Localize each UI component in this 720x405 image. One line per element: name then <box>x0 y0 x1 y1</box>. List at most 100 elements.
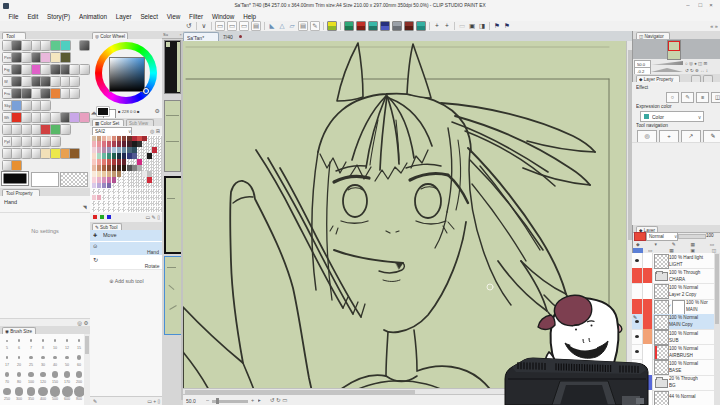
tool-icon[interactable] <box>69 76 80 87</box>
color-swatch[interactable] <box>147 177 152 182</box>
color-swatch[interactable] <box>107 207 112 212</box>
color-swatch[interactable] <box>112 201 117 206</box>
brush-size-400[interactable]: 400 <box>37 385 49 402</box>
layer-icons-row-1[interactable]: ◆ ▾ ✎ ▦ ▭ ◨ ▾ ■ <box>636 242 720 247</box>
toolbar-button[interactable]: + <box>433 22 441 30</box>
color-swatch[interactable] <box>142 201 147 206</box>
color-swatch[interactable] <box>137 177 142 182</box>
color-swatch[interactable] <box>122 207 127 212</box>
color-swatch[interactable] <box>112 153 117 158</box>
menu-help[interactable]: Help <box>239 13 261 20</box>
color-swatch[interactable] <box>97 201 102 206</box>
toolbar-button[interactable] <box>404 21 414 31</box>
color-swatch[interactable] <box>142 141 147 146</box>
color-swatch[interactable] <box>152 195 157 200</box>
zoom-out-icon[interactable]: – <box>206 397 209 403</box>
color-swatch[interactable] <box>132 165 137 170</box>
blue-swatch[interactable] <box>107 215 111 219</box>
toolbar-button[interactable]: ▤ <box>298 21 308 31</box>
add-sub-tool-button[interactable]: ⊕ Add sub tool <box>90 278 163 284</box>
color-swatch[interactable] <box>122 177 127 182</box>
brush-size-300[interactable]: 300 <box>13 385 25 402</box>
menu-filter[interactable]: Filter <box>185 13 208 20</box>
color-swatch[interactable] <box>132 183 137 188</box>
color-swatch[interactable] <box>127 153 132 158</box>
brush-size-350[interactable]: 350 <box>25 385 37 402</box>
color-swatch[interactable] <box>107 201 112 206</box>
color-swatch[interactable] <box>92 183 97 188</box>
toolbar-button[interactable]: ⚑ <box>493 22 501 30</box>
toolbar-button[interactable]: ▭ <box>458 22 466 30</box>
color-swatch[interactable] <box>92 177 97 182</box>
color-swatch[interactable] <box>107 141 112 146</box>
transparent-color-swatch[interactable] <box>60 172 88 187</box>
color-swatch[interactable] <box>97 171 102 176</box>
color-swatch[interactable] <box>102 153 107 158</box>
menu-select[interactable]: Select <box>136 13 162 20</box>
layer-color-label[interactable] <box>643 268 653 283</box>
hue-marker[interactable] <box>143 88 149 94</box>
color-swatch[interactable] <box>107 159 112 164</box>
brush-size-7[interactable]: 7 <box>25 334 37 351</box>
close-button[interactable]: × <box>709 2 713 9</box>
color-swatch[interactable] <box>117 177 122 182</box>
color-swatch[interactable] <box>122 147 127 152</box>
toolbar-button[interactable]: ↺ <box>185 22 193 30</box>
color-swatch[interactable] <box>122 171 127 176</box>
opacity-value[interactable]: 100 <box>706 233 714 238</box>
brush-size-100[interactable]: 100 <box>25 368 37 385</box>
tool-icon[interactable] <box>69 148 80 159</box>
brush-size-80[interactable]: 80 <box>13 368 25 385</box>
color-swatch[interactable] <box>107 171 112 176</box>
color-swatch[interactable] <box>142 136 147 141</box>
color-swatch[interactable] <box>142 171 147 176</box>
color-swatch[interactable] <box>112 183 117 188</box>
page-list-close-icon[interactable]: × <box>180 32 182 36</box>
brush-size-30[interactable]: 30 <box>37 351 49 368</box>
color-swatch[interactable] <box>107 177 112 182</box>
color-swatch[interactable] <box>102 136 107 141</box>
color-swatch[interactable] <box>127 177 132 182</box>
menu-animation[interactable]: Animation <box>75 13 112 20</box>
color-swatch[interactable] <box>107 195 112 200</box>
red-swatch[interactable] <box>93 215 97 219</box>
color-swatch[interactable] <box>102 189 107 194</box>
toolbar-button[interactable]: ∨ <box>200 22 208 30</box>
color-swatch[interactable] <box>92 153 97 158</box>
color-swatch[interactable] <box>127 159 132 164</box>
layer-palette-color[interactable] <box>634 232 646 241</box>
color-swatch[interactable] <box>112 141 117 146</box>
layer-color-label[interactable] <box>643 253 653 268</box>
color-swatch[interactable] <box>122 153 127 158</box>
color-swatch[interactable] <box>102 201 107 206</box>
color-swatch[interactable] <box>97 159 102 164</box>
color-swatch[interactable] <box>112 195 117 200</box>
toolbar-button[interactable]: △ <box>278 22 286 30</box>
brush-size-150[interactable]: 150 <box>49 368 61 385</box>
layer-visibility-toggle[interactable] <box>632 253 643 268</box>
color-swatch[interactable] <box>92 159 97 164</box>
color-swatch[interactable] <box>152 201 157 206</box>
zoom-slider-thumb[interactable] <box>216 398 219 404</box>
color-swatch[interactable] <box>97 153 102 158</box>
expression-color-select[interactable]: Color ∨ <box>640 111 704 122</box>
color-swatch[interactable] <box>137 189 142 194</box>
color-swatch[interactable] <box>102 147 107 152</box>
layer-row-CHARA[interactable]: 100 % ThroughCHARA <box>632 268 714 284</box>
subtool-item-rotate[interactable]: ↻ Rotate <box>90 256 162 270</box>
color-swatch[interactable] <box>122 136 127 141</box>
color-swatch[interactable] <box>92 147 97 152</box>
color-swatch[interactable] <box>117 159 122 164</box>
page-thumb-2[interactable] <box>164 100 181 172</box>
color-swatch[interactable] <box>117 147 122 152</box>
tool-icon[interactable] <box>60 124 71 135</box>
color-swatch[interactable] <box>127 183 132 188</box>
color-swatch[interactable] <box>107 147 112 152</box>
color-swatch[interactable] <box>132 189 137 194</box>
brush-size-170[interactable]: 170 <box>61 368 73 385</box>
color-swatch[interactable] <box>147 171 152 176</box>
color-swatch[interactable] <box>107 136 112 141</box>
brush-size-10[interactable]: 10 <box>49 334 61 351</box>
color-swatch[interactable] <box>117 207 122 212</box>
color-swatch[interactable] <box>142 183 147 188</box>
